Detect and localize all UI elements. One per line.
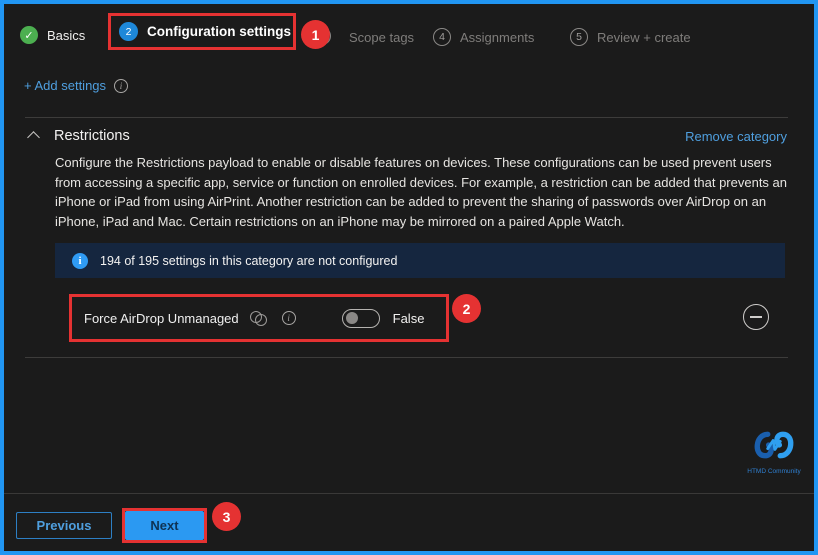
info-icon[interactable]: i bbox=[281, 311, 296, 325]
divider bbox=[25, 357, 788, 358]
info-banner: i 194 of 195 settings in this category a… bbox=[55, 243, 785, 278]
annotation-badge-1: 1 bbox=[301, 20, 330, 49]
chevron-up-icon[interactable] bbox=[27, 131, 40, 144]
annotation-box-setting-row: Force AirDrop Unmanaged i False bbox=[69, 294, 449, 342]
setting-name: Force AirDrop Unmanaged bbox=[84, 310, 239, 326]
info-icon: i bbox=[72, 252, 88, 269]
next-button[interactable]: Next bbox=[125, 511, 204, 540]
annotation-box-next-button: Next bbox=[122, 508, 207, 543]
toggle-knob-icon bbox=[345, 312, 358, 324]
info-icon: i bbox=[114, 78, 129, 93]
remove-setting-button[interactable] bbox=[743, 304, 769, 330]
htmd-community-logo: HTMD Community bbox=[744, 428, 804, 475]
step-assignments[interactable]: 4 Assignments bbox=[433, 28, 534, 46]
minus-icon bbox=[750, 316, 762, 318]
annotation-box-configuration-settings: 2 Configuration settings bbox=[108, 13, 296, 50]
platform-applicability-icon bbox=[249, 310, 270, 327]
htmd-logo-icon bbox=[754, 431, 794, 459]
annotation-badge-2: 2 bbox=[452, 294, 481, 323]
intune-profile-wizard-window: ✓ Basics 2 Configuration settings 3 1 Sc… bbox=[0, 0, 818, 555]
footer-divider bbox=[0, 493, 818, 494]
step-review-create[interactable]: 5 Review + create bbox=[570, 28, 691, 46]
step-basics[interactable]: ✓ Basics bbox=[20, 26, 85, 44]
setting-value: False bbox=[392, 310, 425, 326]
category-title[interactable]: Restrictions bbox=[54, 128, 130, 144]
remove-category-link[interactable]: Remove category bbox=[685, 129, 787, 144]
step-basics-label: Basics bbox=[47, 27, 86, 43]
step-number-icon: 2 bbox=[119, 22, 138, 41]
step-configuration-settings[interactable]: Configuration settings bbox=[147, 24, 291, 39]
check-icon: ✓ bbox=[20, 26, 38, 44]
info-banner-text: 194 of 195 settings in this category are… bbox=[100, 253, 398, 268]
logo-text: HTMD Community bbox=[747, 468, 801, 475]
divider bbox=[25, 117, 788, 118]
step-review-create-label: Review + create bbox=[597, 29, 691, 45]
step-number-icon: 4 bbox=[433, 28, 451, 46]
step-number-icon: 5 bbox=[570, 28, 588, 46]
category-description: Configure the Restrictions payload to en… bbox=[55, 155, 787, 229]
step-assignments-label: Assignments bbox=[460, 29, 535, 45]
add-settings-link[interactable]: + Add settings bbox=[24, 78, 106, 93]
annotation-badge-3: 3 bbox=[212, 502, 241, 531]
previous-button[interactable]: Previous bbox=[16, 512, 112, 539]
setting-toggle[interactable] bbox=[341, 308, 380, 328]
step-scope-tags[interactable]: Scope tags bbox=[349, 30, 414, 45]
